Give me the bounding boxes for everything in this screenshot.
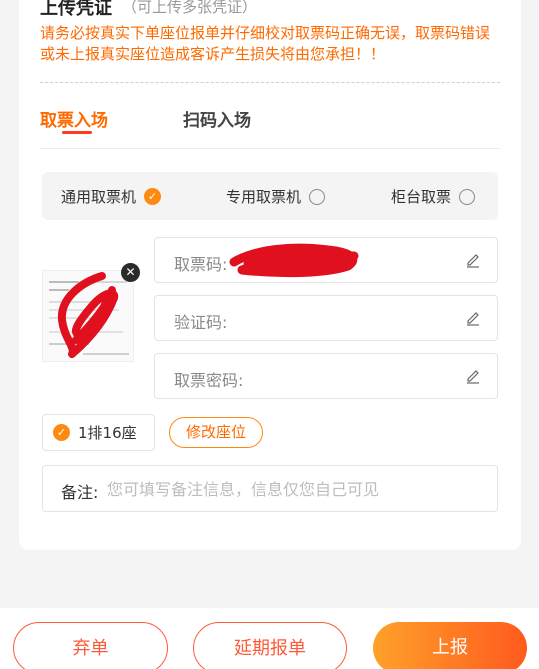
verify-code-field[interactable]: 验证码:: [154, 295, 498, 341]
voucher-thumbnail[interactable]: [42, 270, 134, 362]
modify-seat-button[interactable]: 修改座位: [169, 417, 263, 448]
checked-icon: ✓: [144, 188, 162, 205]
upload-title: 上传凭证: [40, 0, 112, 19]
radio-unchecked-icon: [459, 188, 476, 205]
tab-ticket-entry[interactable]: 取票入场: [40, 106, 108, 131]
note-input[interactable]: [107, 476, 477, 502]
edit-icon[interactable]: [465, 252, 481, 268]
note-field[interactable]: 备注:: [42, 465, 498, 512]
edit-icon[interactable]: [465, 310, 481, 326]
ticket-code-field[interactable]: 取票码:: [154, 237, 498, 283]
tab-divider: [40, 148, 500, 149]
abandon-button[interactable]: 弃单: [13, 622, 168, 669]
verify-code-label: 验证码:: [174, 313, 228, 332]
mode-dedicated-machine[interactable]: 专用取票机: [226, 186, 326, 207]
ticket-password-field[interactable]: 取票密码:: [154, 353, 498, 399]
tab-scan-entry[interactable]: 扫码入场: [183, 106, 251, 131]
ticket-password-label: 取票密码:: [174, 371, 244, 390]
mode-general-machine[interactable]: 通用取票机 ✓: [61, 186, 162, 207]
ticket-code-label: 取票码:: [174, 255, 228, 274]
seat-label: 1排16座: [78, 424, 137, 442]
dashed-divider: [40, 82, 500, 83]
upload-subtitle: （可上传多张凭证）: [122, 0, 258, 16]
submit-button[interactable]: 上报: [373, 622, 527, 669]
delay-report-button[interactable]: 延期报单: [193, 622, 347, 669]
mode-label: 专用取票机: [226, 188, 302, 206]
remove-image-icon[interactable]: ✕: [121, 263, 140, 282]
seat-chip[interactable]: ✓ 1排16座: [42, 414, 155, 451]
note-label: 备注:: [61, 483, 99, 502]
warning-text: 请务必按真实下单座位报单并仔细校对取票码正确无误，取票码错误或未上报真实座位造成…: [40, 24, 491, 63]
mode-counter[interactable]: 柜台取票: [391, 186, 476, 207]
checked-icon: ✓: [53, 424, 70, 441]
radio-unchecked-icon: [309, 188, 326, 205]
mode-label: 柜台取票: [391, 188, 452, 206]
edit-icon[interactable]: [465, 368, 481, 384]
active-tab-indicator: [62, 131, 92, 134]
mode-label: 通用取票机: [61, 188, 137, 206]
